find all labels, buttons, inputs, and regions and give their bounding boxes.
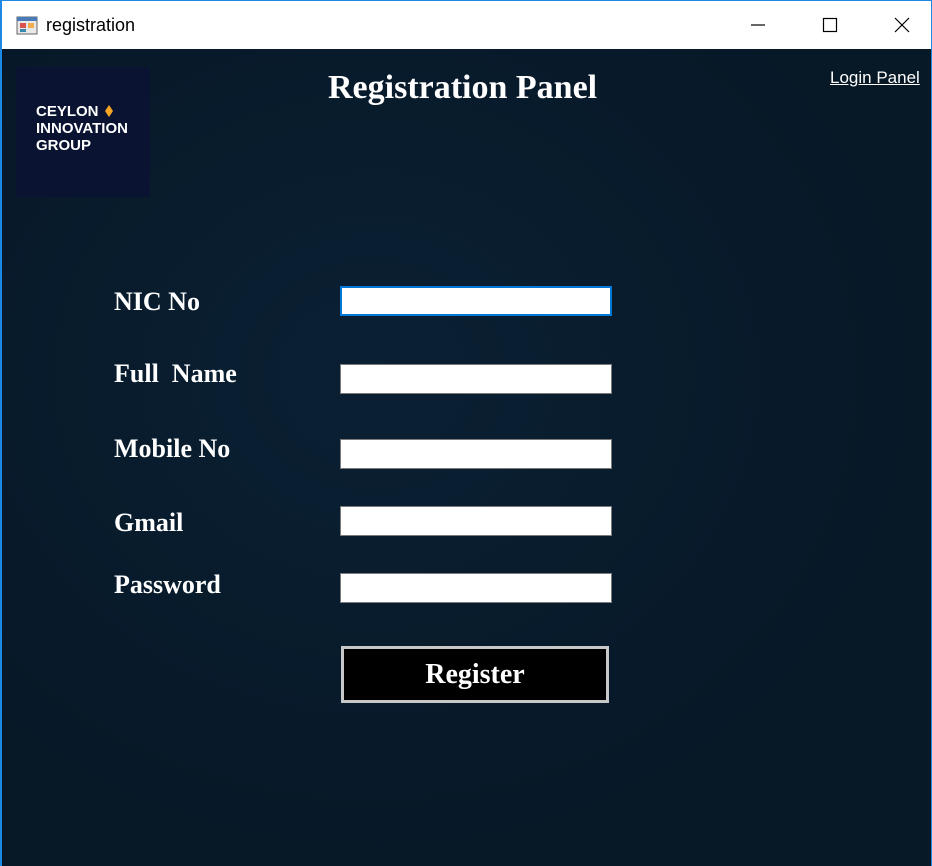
- mobile-input[interactable]: [340, 439, 612, 469]
- company-logo: CEYLON INNOVATION GROUP: [16, 67, 150, 197]
- title-bar[interactable]: registration: [2, 1, 931, 49]
- registration-panel: CEYLON INNOVATION GROUP Registration Pan…: [2, 49, 931, 866]
- maximize-button[interactable]: [794, 1, 866, 49]
- full-name-input[interactable]: [340, 364, 612, 394]
- nic-input[interactable]: [340, 286, 612, 316]
- gmail-input[interactable]: [340, 506, 612, 536]
- login-panel-link[interactable]: Login Panel: [830, 68, 920, 88]
- mobile-label: Mobile No: [114, 434, 231, 463]
- logo-text-line1: CEYLON: [36, 103, 99, 120]
- registration-window: registration CEYLON INNOVATION GROUP Reg…: [0, 0, 932, 866]
- full-name-label: Full Name: [114, 359, 237, 388]
- diamond-icon: [105, 105, 113, 117]
- logo-text-line2: INNOVATION: [36, 120, 128, 137]
- logo-text-line3: GROUP: [36, 137, 92, 154]
- minimize-icon: [751, 24, 765, 26]
- close-button[interactable]: [866, 1, 932, 49]
- nic-label: NIC No: [114, 287, 200, 316]
- app-form-icon[interactable]: [16, 14, 38, 36]
- close-icon: [894, 17, 910, 33]
- page-title: Registration Panel: [328, 69, 598, 106]
- password-input[interactable]: [340, 573, 612, 603]
- gmail-label: Gmail: [114, 508, 184, 537]
- password-label: Password: [114, 570, 221, 599]
- maximize-icon: [822, 17, 838, 33]
- register-button[interactable]: Register: [341, 646, 609, 703]
- window-title: registration: [46, 15, 136, 35]
- minimize-button[interactable]: [722, 1, 794, 49]
